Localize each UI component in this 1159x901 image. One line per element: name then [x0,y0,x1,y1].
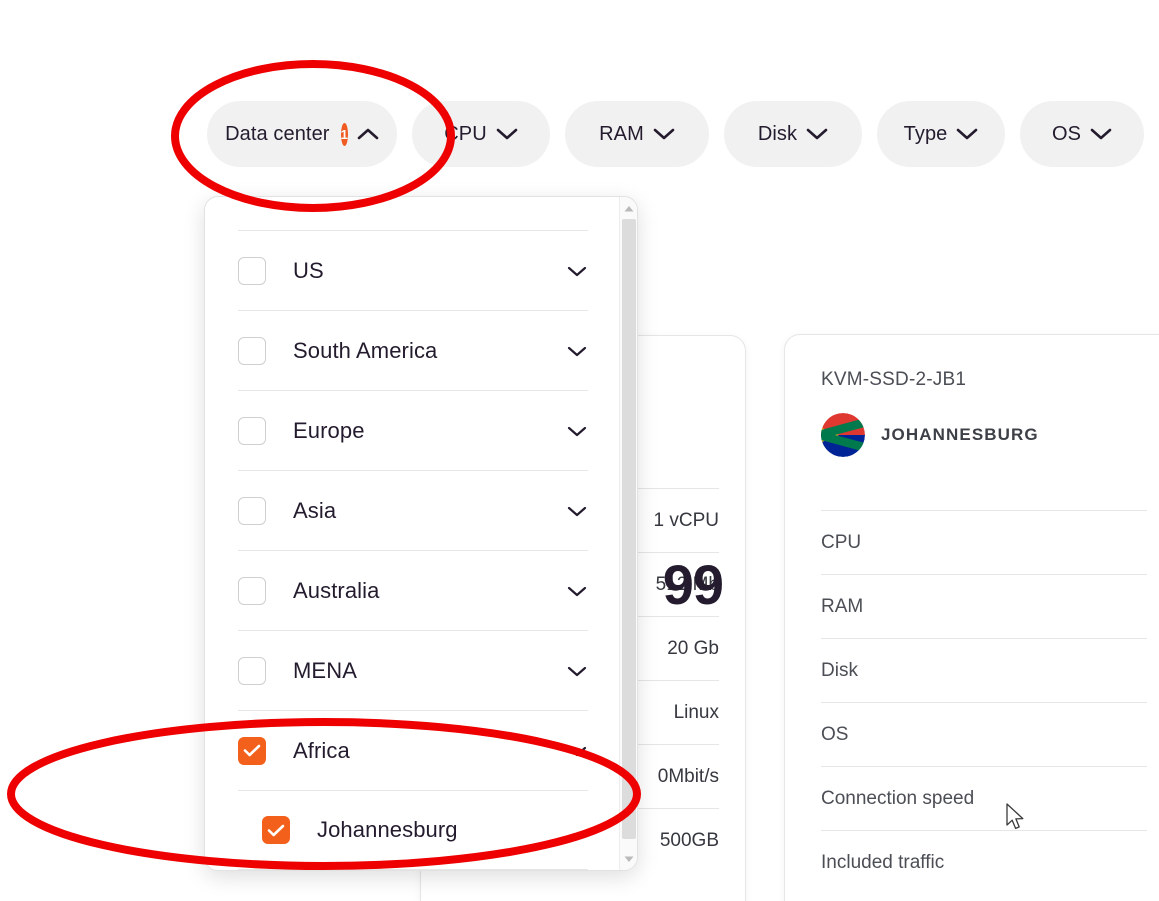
checkbox-unchecked-icon[interactable] [238,256,266,285]
spec-label: Disk [821,659,858,681]
region-row-asia[interactable]: Asia [238,470,588,550]
product-sku: KVM-SSD-2-JB1 [821,369,967,390]
product-price: 99 [662,553,724,616]
chevron-down-icon [653,127,675,141]
region-row-us[interactable]: US [238,230,588,310]
spec-label: OS [821,723,849,745]
checkbox-unchecked-icon[interactable] [238,336,266,365]
region-label: US [293,257,324,283]
mouse-cursor [1006,803,1028,838]
spec-value: 20 Gb [667,637,719,659]
scrollbar-thumb[interactable] [622,219,636,839]
product-card-right[interactable]: KVM-SSD-2-JB1 JOHANNESBURG CPU RAM Disk … [784,334,1159,901]
chevron-down-icon [496,127,518,141]
checkbox-unchecked-icon[interactable] [238,656,266,685]
region-label: MENA [293,657,357,683]
checkbox-unchecked-icon[interactable] [238,496,266,525]
filter-pill-label: RAM [599,122,644,145]
spec-label: Connection speed [821,787,975,809]
region-label: South America [293,337,438,363]
spec-label: CPU [821,531,862,553]
spec-row: Disk [821,638,1147,702]
chevron-down-icon [806,127,828,141]
checkbox-unchecked-icon[interactable] [238,576,266,605]
chevron-down-icon [1090,127,1112,141]
spec-row: OS [821,702,1147,766]
chevron-down-icon[interactable] [566,584,588,598]
checkbox-checked-icon[interactable] [262,816,290,844]
spec-list: CPU RAM Disk OS Connection speed Include… [821,510,1147,894]
region-list: US South America Europe Asia Australia M… [238,197,588,870]
spec-value: Linux [673,701,719,723]
spec-value: 0Mbit/s [657,765,719,787]
filter-pill-label: Disk [757,122,798,145]
chevron-down-icon[interactable] [566,504,588,518]
chevron-up-icon [357,127,379,141]
filter-pill-label: Data center [225,122,330,145]
filter-pill-label: Type [903,122,948,145]
scroll-up-arrow-icon[interactable] [620,199,637,217]
spec-value: 1 vCPU [653,509,719,531]
region-row-australia[interactable]: Australia [238,550,588,630]
region-label: Africa [293,737,350,763]
data-center-filter-count-badge: 1 [340,122,348,146]
scroll-down-arrow-icon[interactable] [620,850,637,868]
region-row-europe[interactable]: Europe [238,390,588,470]
chevron-down-icon[interactable] [566,664,588,678]
region-row-johannesburg[interactable]: Johannesburg [238,790,588,870]
filter-pill-data-center[interactable]: Data center 1 [207,101,397,167]
spec-value: 500GB [659,829,719,851]
spec-row: RAM [821,574,1147,638]
spec-row: CPU [821,510,1147,574]
filter-pill-label: CPU [444,122,487,145]
filter-pill-label: OS [1051,122,1082,145]
filter-pill-type[interactable]: Type [877,101,1005,167]
chevron-down-icon[interactable] [566,344,588,358]
region-label: Australia [293,577,380,603]
filter-pill-disk[interactable]: Disk [724,101,862,167]
region-label: Europe [293,417,365,443]
region-label: Asia [293,497,337,523]
checkbox-checked-icon[interactable] [238,736,266,765]
spec-row: Included traffic [821,830,1147,894]
chevron-down-icon[interactable] [566,424,588,438]
region-label: Johannesburg [317,817,458,842]
region-row-africa[interactable]: Africa [238,710,588,790]
filter-pill-bar: Data center 1 CPU RAM Disk Type OS [0,101,1159,167]
page-root: Data center 1 CPU RAM Disk Type OS 99 1 … [0,0,1159,901]
filter-pill-os[interactable]: OS [1020,101,1144,167]
dropdown-scroll-area: US South America Europe Asia Australia M… [205,197,621,870]
data-center-dropdown-panel: US South America Europe Asia Australia M… [204,196,638,871]
region-row-mena[interactable]: MENA [238,630,588,710]
product-location: JOHANNESBURG [821,413,1147,457]
chevron-down-icon[interactable] [566,264,588,278]
checkbox-unchecked-icon[interactable] [238,416,266,445]
product-location-label: JOHANNESBURG [881,425,1039,444]
spec-label: Included traffic [821,851,945,873]
south-africa-flag-icon [821,413,865,457]
filter-pill-ram[interactable]: RAM [565,101,709,167]
dropdown-scrollbar[interactable] [619,197,637,870]
chevron-down-icon [956,127,978,141]
filter-pill-cpu[interactable]: CPU [412,101,550,167]
region-row-south-america[interactable]: South America [238,310,588,390]
spec-label: RAM [821,595,864,617]
spec-row: Connection speed [821,766,1147,830]
chevron-down-icon[interactable] [566,744,588,758]
